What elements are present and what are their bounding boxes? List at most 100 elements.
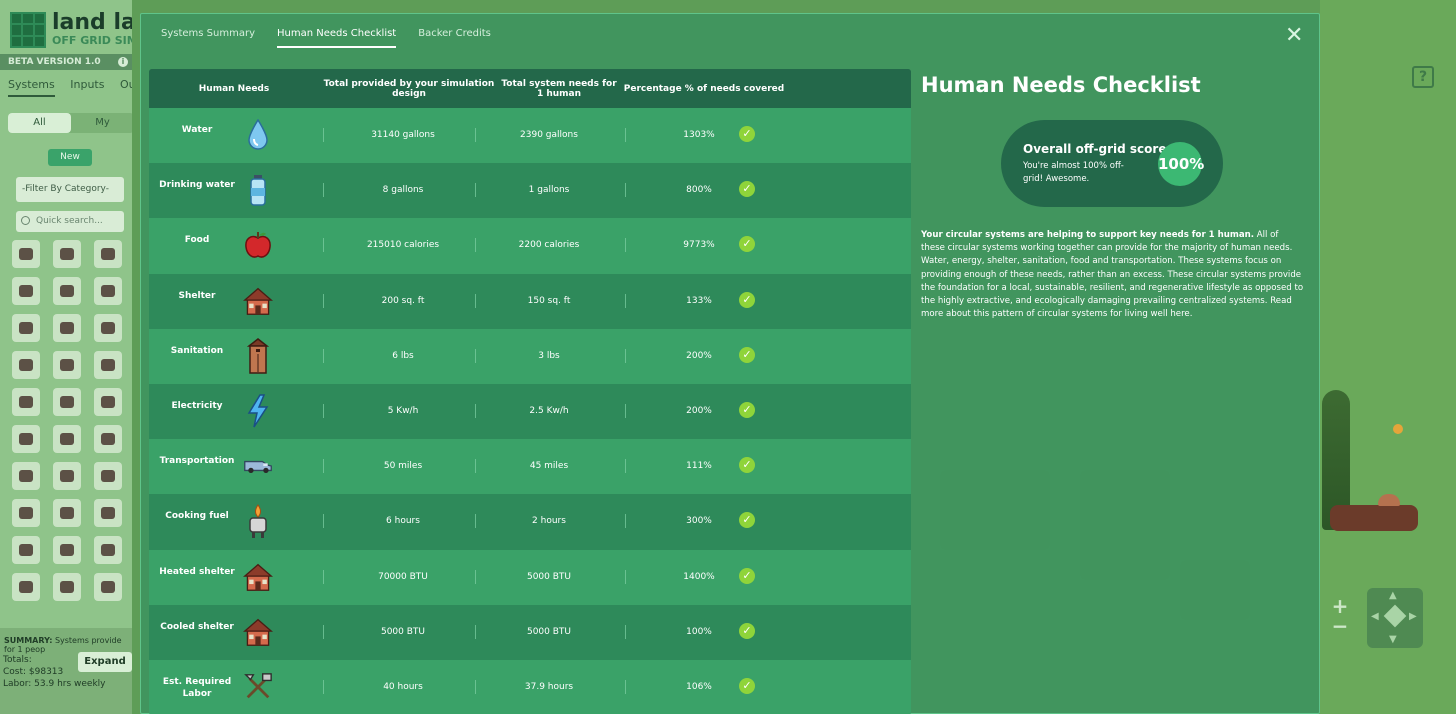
pan-up-icon[interactable]: ▲ (1389, 590, 1397, 601)
system-item[interactable] (12, 499, 40, 527)
system-item[interactable] (94, 240, 122, 268)
sidebar-tab-outputs[interactable]: Outputs (120, 78, 132, 91)
sidebar-tab-systems[interactable]: Systems (8, 78, 55, 97)
zoom-out-button[interactable]: − (1330, 616, 1350, 636)
table-row: Heated shelter 70000 BTU 5000 BTU 1400% ✓ (149, 549, 911, 605)
system-item[interactable] (12, 388, 40, 416)
column-divider (625, 514, 626, 529)
score-subtitle: You're almost 100% off-grid! Awesome. (1023, 161, 1124, 184)
checkmark-icon: ✓ (739, 346, 755, 363)
needed-value: 1 gallons (528, 185, 570, 196)
system-item[interactable] (53, 573, 81, 601)
column-divider (323, 348, 324, 363)
needed-value: 45 miles (529, 461, 569, 472)
sidebar-tabs: Systems Inputs Outputs (8, 78, 132, 97)
table-row: Water 31140 gallons 2390 gallons 1303% ✓ (149, 108, 911, 164)
system-item[interactable] (12, 536, 40, 564)
need-name: Drinking water (159, 180, 235, 191)
sidebar: land lab OFF GRID SIM BETA VERSION 1.0 i… (0, 0, 132, 714)
provided-value: 6 lbs (392, 350, 414, 361)
pan-dpad[interactable]: ▲ ▼ ◀ ▶ (1367, 588, 1423, 648)
pan-right-icon[interactable]: ▶ (1409, 611, 1417, 622)
search-input[interactable]: Quick search... (16, 211, 124, 232)
system-item[interactable] (53, 351, 81, 379)
header-provided: Total provided by your simulation design (323, 78, 495, 99)
pan-left-icon[interactable]: ◀ (1371, 611, 1379, 622)
system-item[interactable] (94, 388, 122, 416)
house-icon (243, 615, 273, 649)
score-title: Overall off-grid score: (1023, 142, 1172, 156)
system-item[interactable] (94, 499, 122, 527)
expand-button[interactable]: Expand (78, 652, 132, 672)
system-item[interactable] (94, 425, 122, 453)
summary-label: SUMMARY: (4, 636, 53, 645)
column-divider (625, 459, 626, 474)
score-card: Overall off-grid score: You're almost 10… (1001, 120, 1223, 207)
system-item[interactable] (12, 314, 40, 342)
system-item[interactable] (12, 277, 40, 305)
system-item[interactable] (53, 240, 81, 268)
zoom-in-button[interactable]: + (1330, 596, 1350, 616)
system-item[interactable] (53, 536, 81, 564)
sidebar-tab-inputs[interactable]: Inputs (70, 78, 104, 91)
system-items-grid (12, 240, 124, 601)
flower-sprite (1393, 424, 1403, 434)
system-item[interactable] (94, 573, 122, 601)
system-item[interactable] (94, 462, 122, 490)
system-item[interactable] (53, 388, 81, 416)
ownership-toggle: All My (8, 113, 132, 133)
percent-value: 1303% (683, 130, 715, 140)
checkmark-icon: ✓ (739, 401, 755, 418)
system-item[interactable] (12, 425, 40, 453)
needed-value: 2390 gallons (520, 130, 578, 140)
checkmark-icon: ✓ (739, 126, 755, 142)
system-item[interactable] (53, 277, 81, 305)
checkmark-icon: ✓ (739, 457, 755, 474)
tab-systems-summary[interactable]: Systems Summary (161, 28, 255, 48)
system-item[interactable] (12, 573, 40, 601)
pan-down-icon[interactable]: ▼ (1389, 634, 1397, 645)
system-item[interactable] (12, 240, 40, 268)
system-item[interactable] (94, 277, 122, 305)
table-row: Est. Required Labor 40 hours 37.9 hours 106… (149, 659, 911, 714)
system-item[interactable] (53, 462, 81, 490)
column-divider (625, 403, 626, 418)
system-item[interactable] (53, 425, 81, 453)
need-name: Cooking fuel (165, 511, 229, 522)
column-divider (323, 183, 324, 198)
provided-value: 31140 gallons (371, 130, 435, 140)
system-item[interactable] (94, 351, 122, 379)
needed-value: 2 hours (532, 516, 566, 527)
apple-icon (243, 228, 273, 262)
help-button[interactable]: ? (1412, 66, 1434, 88)
column-divider (323, 128, 324, 142)
tab-human-needs-checklist[interactable]: Human Needs Checklist (277, 28, 397, 48)
need-name: Sanitation (170, 345, 224, 356)
summary-side-panel: Human Needs Checklist Overall off-grid s… (921, 69, 1311, 319)
tab-backer-credits[interactable]: Backer Credits (418, 28, 491, 48)
system-item[interactable] (53, 314, 81, 342)
column-divider (323, 238, 324, 253)
percent-value: 9773% (683, 240, 715, 251)
tools-icon (243, 670, 273, 704)
column-divider (625, 183, 626, 198)
percent-value: 200% (686, 405, 712, 416)
logo-icon (10, 12, 46, 48)
van-icon (243, 449, 273, 483)
toggle-my[interactable]: My (71, 113, 132, 133)
close-icon[interactable]: ✕ (1285, 23, 1303, 48)
new-button[interactable]: New (48, 149, 92, 166)
outhouse-icon (243, 337, 273, 374)
toggle-all[interactable]: All (8, 113, 71, 133)
system-item[interactable] (12, 351, 40, 379)
system-item[interactable] (94, 314, 122, 342)
system-item[interactable] (12, 462, 40, 490)
version-bar: BETA VERSION 1.0 i (0, 54, 132, 70)
category-filter[interactable]: -Filter By Category- (16, 177, 124, 202)
system-item[interactable] (94, 536, 122, 564)
column-divider (475, 569, 476, 584)
needed-value: 37.9 hours (524, 681, 574, 692)
info-icon[interactable]: i (118, 57, 128, 67)
stove-icon (243, 504, 273, 539)
system-item[interactable] (53, 499, 81, 527)
